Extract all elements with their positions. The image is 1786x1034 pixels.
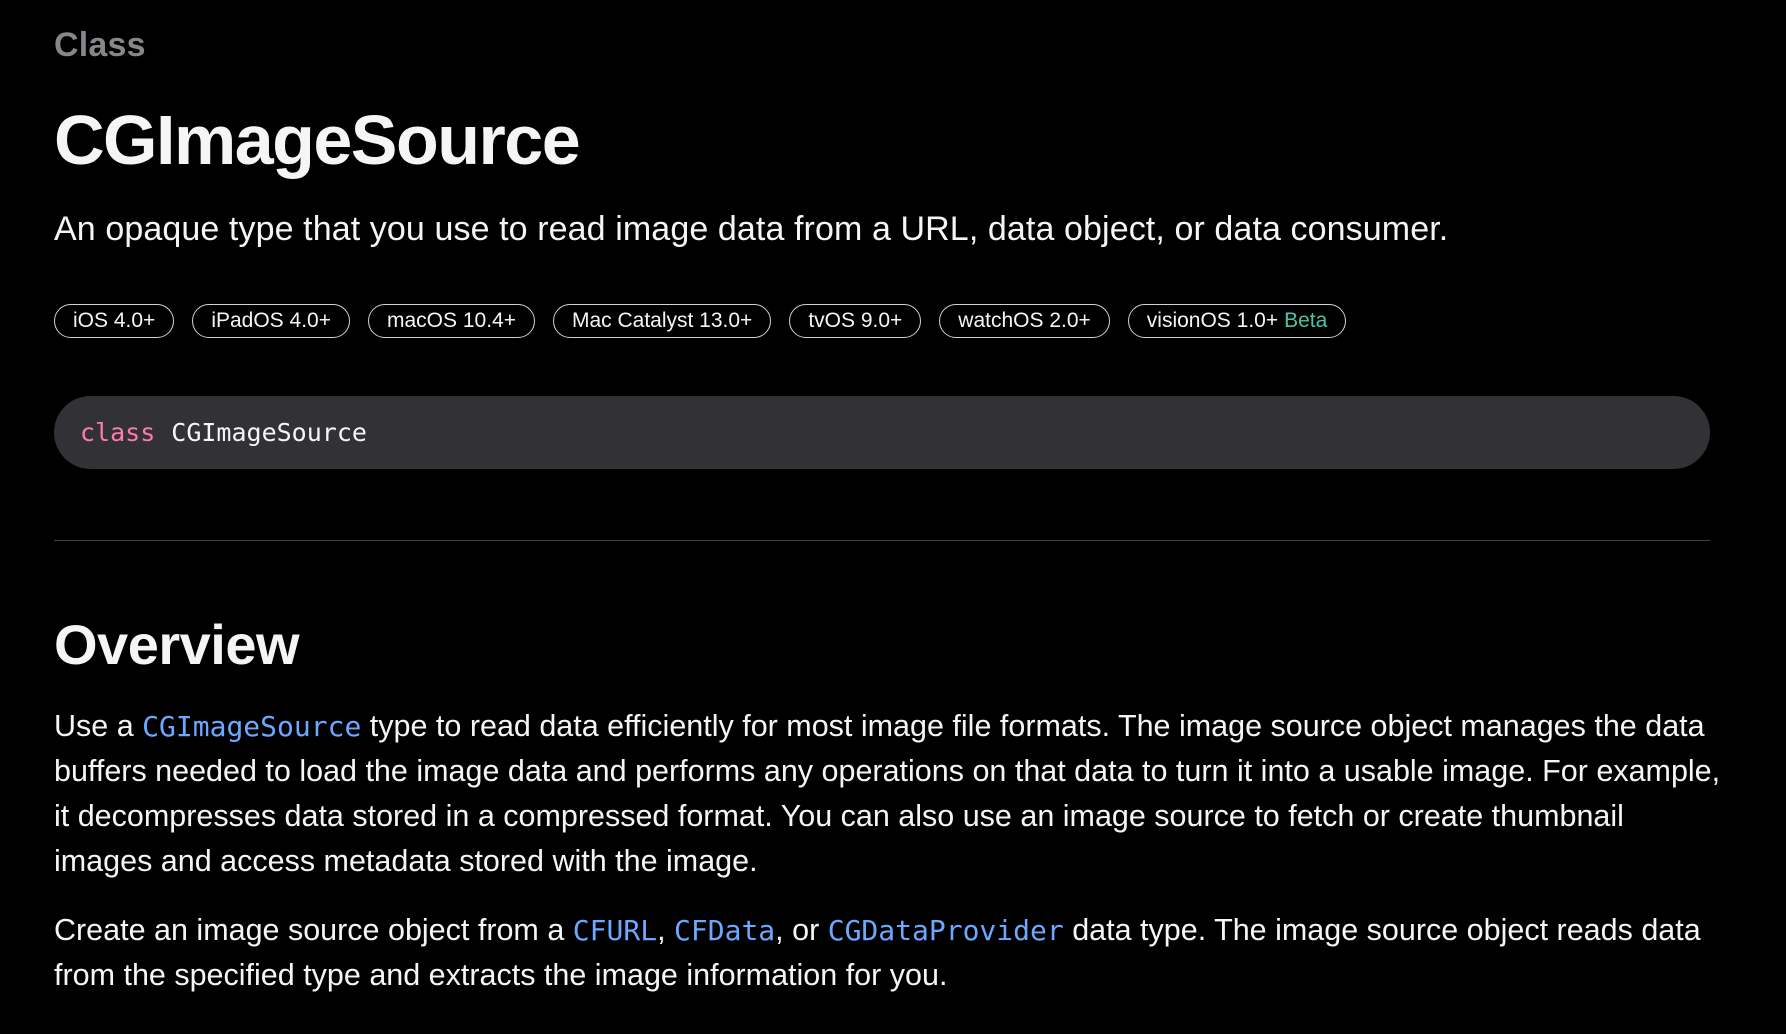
text-run: ,	[657, 913, 675, 947]
declaration-keyword: class	[80, 418, 156, 447]
section-divider	[54, 540, 1710, 541]
availability-badges: iOS 4.0+ iPadOS 4.0+ macOS 10.4+ Mac Cat…	[54, 304, 1347, 338]
symbol-kind-eyebrow: Class	[54, 26, 146, 64]
badge-label: watchOS 2.0+	[958, 309, 1091, 332]
badge-visionos: visionOS 1.0+ Beta	[1127, 304, 1347, 338]
cfurl-link[interactable]: CFURL	[573, 914, 657, 947]
declaration-identifier: CGImageSource	[171, 418, 367, 447]
cgdataprovider-link[interactable]: CGDataProvider	[828, 914, 1064, 947]
text-run: Use a	[54, 709, 143, 743]
overview-paragraph-1: Use a CGImageSource type to read data ef…	[54, 704, 1724, 884]
badge-label: iOS 4.0+	[73, 309, 156, 332]
badge-label: macOS 10.4+	[386, 309, 516, 332]
badge-tvos: tvOS 9.0+	[789, 304, 922, 338]
beta-tag: Beta	[1284, 309, 1328, 332]
badge-label: Mac Catalyst 13.0+	[571, 309, 753, 332]
text-run: , or	[775, 913, 828, 947]
declaration-code-block: class CGImageSource	[54, 396, 1710, 469]
text-run: Create an image source object from a	[54, 913, 573, 947]
badge-label: visionOS 1.0+	[1146, 309, 1279, 332]
badge-macos: macOS 10.4+	[367, 304, 535, 338]
badge-label: iPadOS 4.0+	[211, 309, 331, 332]
overview-paragraph-2: Create an image source object from a CFU…	[54, 908, 1724, 998]
badge-watchos: watchOS 2.0+	[939, 304, 1110, 338]
overview-heading: Overview	[54, 613, 300, 676]
cfdata-link[interactable]: CFData	[674, 914, 775, 947]
page-title: CGImageSource	[54, 101, 581, 179]
badge-ios: iOS 4.0+	[54, 304, 175, 338]
badge-label: tvOS 9.0+	[808, 309, 903, 332]
abstract-text: An opaque type that you use to read imag…	[54, 210, 1449, 248]
documentation-page: Class CGImageSource An opaque type that …	[0, 0, 1786, 1034]
cgimagesource-link[interactable]: CGImageSource	[142, 710, 361, 743]
badge-mac-catalyst: Mac Catalyst 13.0+	[552, 304, 772, 338]
badge-ipados: iPadOS 4.0+	[192, 304, 350, 338]
